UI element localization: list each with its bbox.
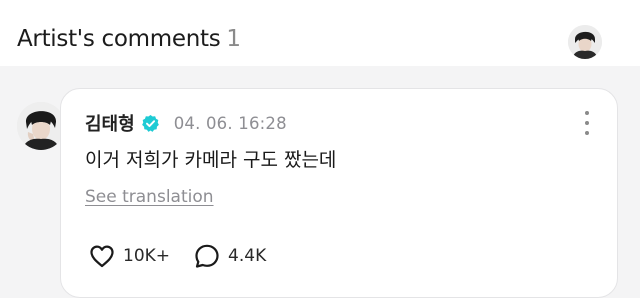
section-title-label: Artist's comments	[17, 26, 221, 52]
more-vertical-icon-dot	[585, 131, 589, 135]
comment-text: 이거 저희가 카메라 구도 짰는데	[85, 149, 337, 171]
verified-check-icon	[141, 114, 159, 132]
more-options-button[interactable]	[581, 111, 593, 135]
comments-header: Artist's comments 1	[0, 0, 640, 66]
comment-card: 김태형 04. 06. 16:28 이거 저희가 카메라 구도 짰는데 See …	[60, 88, 618, 298]
section-title: Artist's comments 1	[17, 26, 241, 52]
like-button[interactable]: 10K+	[87, 241, 170, 271]
reply-button[interactable]: 4.4K	[192, 241, 266, 271]
comment-count: 1	[226, 26, 241, 52]
header-avatar[interactable]	[568, 25, 602, 59]
author-avatar[interactable]	[17, 102, 65, 150]
comment-author-row: 김태형 04. 06. 16:28	[85, 110, 287, 136]
more-vertical-icon-dot	[585, 111, 589, 115]
see-translation-link[interactable]: See translation	[85, 187, 214, 207]
comment-timestamp: 04. 06. 16:28	[173, 113, 287, 133]
author-name[interactable]: 김태형	[85, 110, 135, 136]
author-avatar-image	[17, 102, 65, 150]
artist-avatar-image	[568, 25, 602, 59]
like-count: 10K+	[123, 246, 171, 266]
heart-icon	[90, 245, 114, 268]
reply-count: 4.4K	[228, 246, 267, 266]
comment-bubble-icon	[195, 244, 219, 268]
more-vertical-icon-dot	[585, 121, 589, 125]
comment-actions: 10K+ 4.4K	[87, 241, 266, 271]
